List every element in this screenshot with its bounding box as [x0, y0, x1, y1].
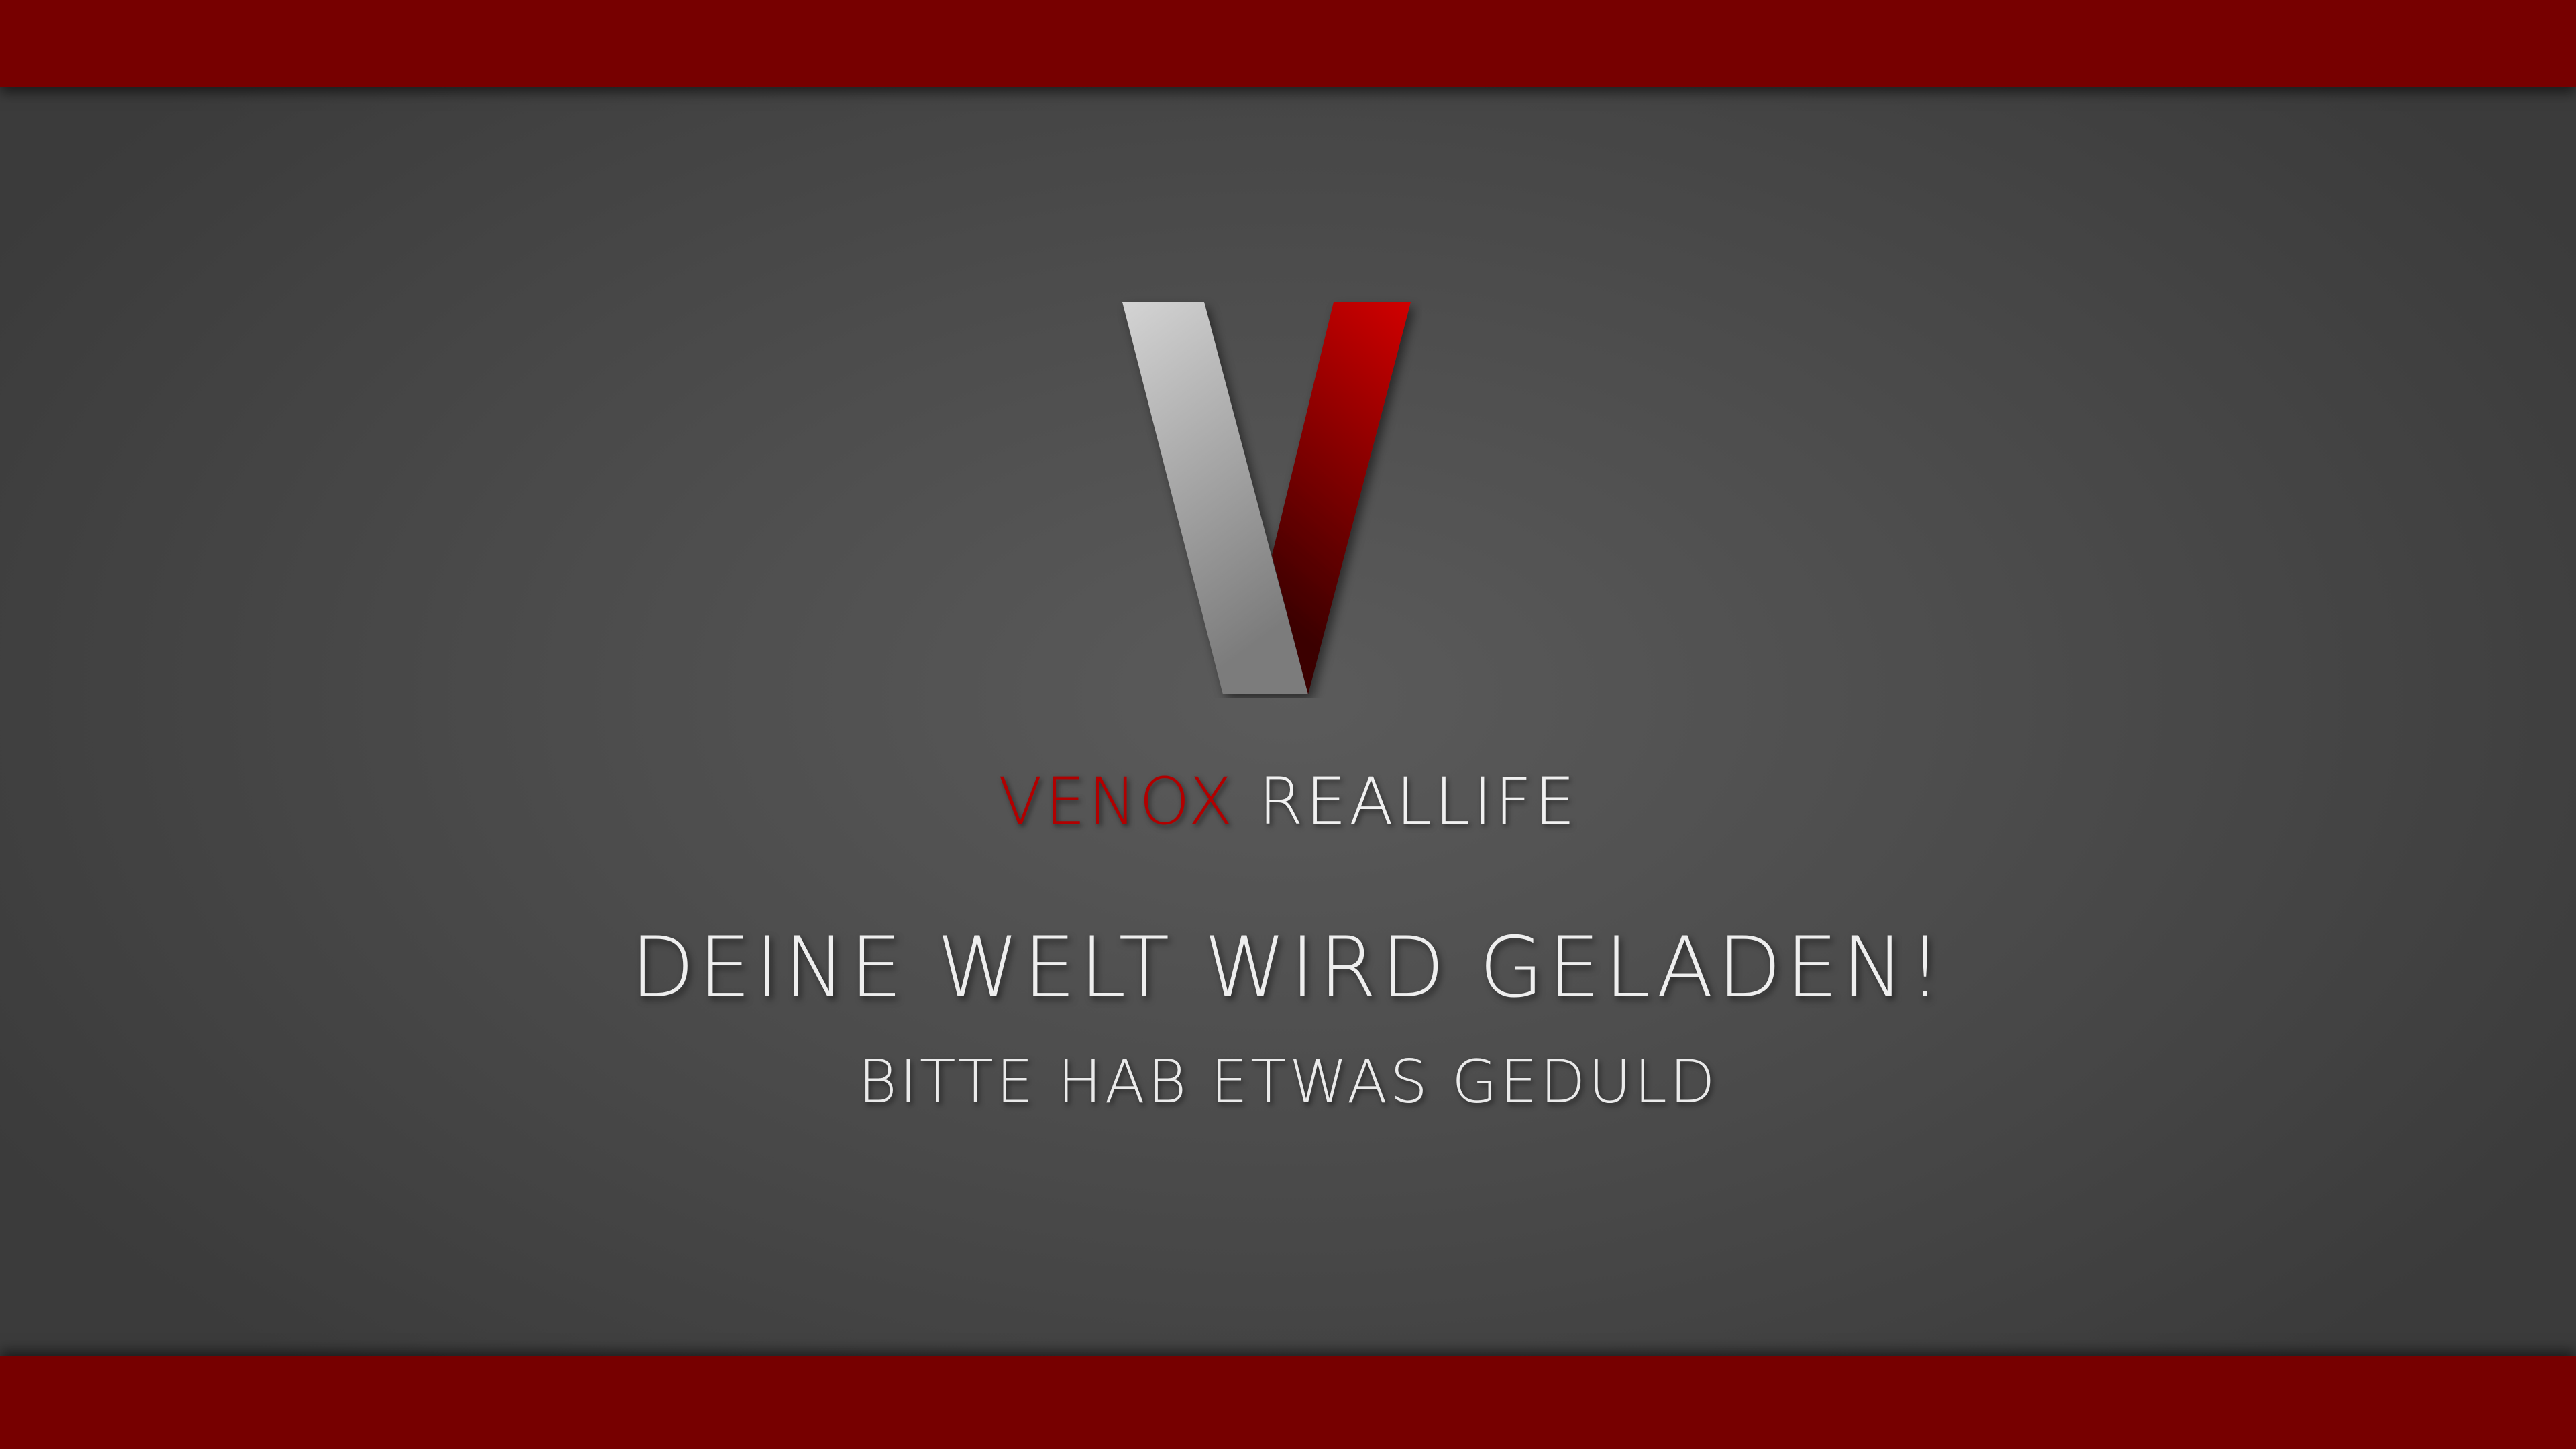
brand-name-second: REALLIFE	[1258, 764, 1578, 839]
venox-v-logo-icon	[1114, 295, 1422, 698]
bottom-red-bar	[0, 1356, 2576, 1449]
brand-name-first: VENOX	[998, 764, 1236, 839]
logo-left-stroke	[1122, 302, 1308, 694]
loading-screen: VENOX REALLIFE DEINE WELT WIRD GELADEN! …	[0, 0, 2576, 1449]
venox-logo-svg	[1122, 302, 1411, 694]
top-red-bar	[0, 0, 2576, 87]
logo-right-stroke	[1272, 302, 1411, 694]
loading-subline: BITTE HAB ETWAS GEDULD	[858, 1047, 1718, 1116]
brand-title: VENOX REALLIFE	[0, 761, 2576, 842]
loading-headline: DEINE WELT WIRD GELADEN!	[630, 920, 1946, 1016]
